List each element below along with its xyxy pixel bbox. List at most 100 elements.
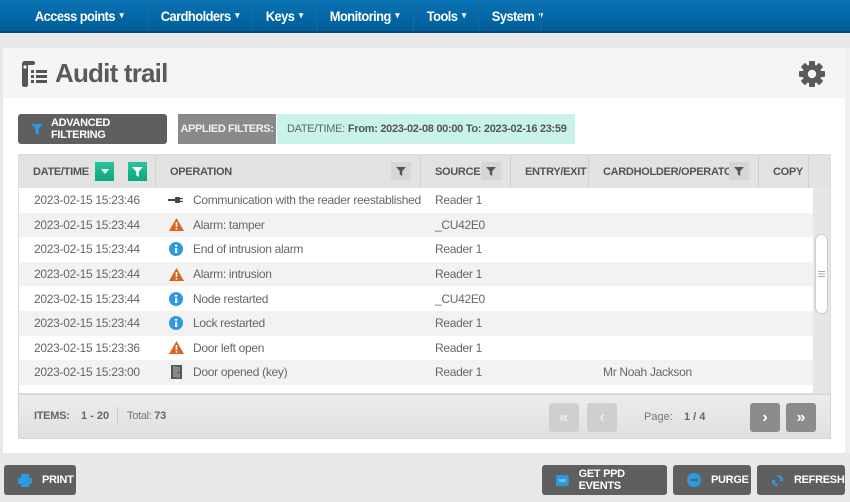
cell-source: Reader 1 xyxy=(435,193,482,208)
nav-label: System xyxy=(491,7,535,24)
column-header-datetime[interactable]: DATE/TIME xyxy=(19,155,156,188)
cell-operation: Communication with the reader reestablis… xyxy=(156,193,421,207)
column-label: OPERATION xyxy=(170,165,232,178)
operation-text: Door left open xyxy=(193,340,265,355)
first-page-button[interactable]: « xyxy=(549,403,579,432)
gear-icon[interactable] xyxy=(798,60,826,88)
print-button[interactable]: PRINT xyxy=(4,465,76,495)
chevron-left-icon: ‹ xyxy=(599,408,605,426)
chevron-down-icon: ▾ xyxy=(298,10,303,20)
printer-icon xyxy=(18,473,32,487)
warning-icon xyxy=(168,218,184,232)
sort-descending-button[interactable] xyxy=(95,162,114,181)
table-row[interactable]: 2023-02-15 15:23:46 Communication with th… xyxy=(19,188,813,213)
page-title: Audit trail xyxy=(55,58,168,88)
cell-operation: Door opened (key) xyxy=(156,365,421,380)
get-ppd-events-label: GET PPD EVENTS xyxy=(578,468,625,492)
cell-source: Reader 1 xyxy=(435,365,482,380)
filter-icon xyxy=(31,123,43,135)
cardholder-filter-button[interactable] xyxy=(729,162,749,180)
column-header-operation[interactable]: OPERATION xyxy=(156,155,421,188)
nav-divider xyxy=(540,0,541,31)
advanced-filtering-label: ADVANCED FILTERING xyxy=(50,117,111,141)
audit-trail-grid: DATE/TIME OPERATION SOURCE ENTRY/EXIT CA… xyxy=(18,154,831,394)
column-label: SOURCE xyxy=(435,165,481,178)
operation-text: Node restarted xyxy=(193,291,269,306)
table-row[interactable]: 2023-02-15 15:23:00 Door opened (key) Read… xyxy=(19,360,813,385)
cell-operation: Alarm: tamper xyxy=(156,218,421,232)
cell-source: Reader 1 xyxy=(435,316,482,331)
nav-keys[interactable]: Keys ▾ xyxy=(252,0,311,31)
grid-body: 2023-02-15 15:23:46 Communication with th… xyxy=(19,188,813,393)
chevron-right-icon: › xyxy=(762,408,768,426)
info-icon xyxy=(168,242,184,257)
column-header-cardholder[interactable]: CARDHOLDER/OPERATOR xyxy=(589,155,759,188)
audit-trail-icon xyxy=(22,61,47,87)
chevron-down-icon: ▾ xyxy=(235,10,239,20)
items-total: Total: 73 xyxy=(127,410,166,422)
cell-cardholder: Mr Noah Jackson xyxy=(603,365,692,380)
cell-datetime: 2023-02-15 15:23:44 xyxy=(34,316,140,331)
table-row[interactable]: 2023-02-15 15:23:44 Alarm: intrusion Reade… xyxy=(19,261,813,287)
operation-filter-button[interactable] xyxy=(391,162,411,180)
nav-label: Access points xyxy=(34,7,116,24)
warning-icon xyxy=(168,267,184,281)
scrollbar-thumb[interactable] xyxy=(815,234,828,314)
table-row[interactable]: 2023-02-15 15:23:44 Alarm: tamper _CU42E0 xyxy=(19,212,813,238)
nav-label: Tools xyxy=(426,7,458,24)
cell-operation: Lock restarted xyxy=(156,316,421,331)
items-range: 1 - 20 xyxy=(81,410,110,422)
operation-text: Communication with the reader reestablis… xyxy=(193,193,421,208)
double-chevron-left-icon: « xyxy=(559,408,569,426)
grid-footer: ITEMS: 1 - 20 Total: 73 « ‹ Page: 1 / 4 … xyxy=(18,394,831,439)
print-label: PRINT xyxy=(42,474,74,486)
divider xyxy=(117,407,118,425)
filter-icon xyxy=(132,166,143,177)
last-page-button[interactable]: » xyxy=(786,403,816,432)
refresh-button[interactable]: REFRESH xyxy=(757,465,845,495)
door-icon xyxy=(168,365,184,380)
cell-datetime: 2023-02-15 15:23:46 xyxy=(34,193,140,208)
table-row[interactable]: 2023-02-15 15:23:44 End of intrusion alar… xyxy=(19,237,813,262)
filter-icon xyxy=(486,166,496,176)
purge-button[interactable]: PURGE xyxy=(673,465,751,495)
chevron-down-icon: ▾ xyxy=(462,10,466,20)
filter-icon xyxy=(396,166,406,176)
applied-filters-label: APPLIED FILTERS: xyxy=(178,114,276,144)
nav-tools[interactable]: Tools ▾ xyxy=(413,0,473,31)
page-indicator: 1 / 4 xyxy=(684,411,706,423)
cell-operation: Door left open xyxy=(156,341,421,355)
column-header-source[interactable]: SOURCE xyxy=(421,155,511,188)
nav-monitoring[interactable]: Monitoring ▾ xyxy=(316,0,405,31)
operation-text: Lock restarted xyxy=(193,316,265,331)
cell-datetime: 2023-02-15 15:23:44 xyxy=(34,217,140,232)
header-scroll-spacer xyxy=(809,155,830,188)
grip-icon xyxy=(818,271,825,277)
column-header-copy[interactable]: COPY xyxy=(759,155,809,188)
datetime-filter-button[interactable] xyxy=(128,162,147,181)
previous-page-button[interactable]: ‹ xyxy=(587,403,617,432)
applied-filter-date[interactable]: DATE/TIME: From: 2023-02-08 00:00 To: 20… xyxy=(277,114,575,144)
get-ppd-events-button[interactable]: GET PPD EVENTS xyxy=(542,465,667,495)
nav-cardholders[interactable]: Cardholders ▾ xyxy=(147,0,244,31)
page-scroll-track xyxy=(845,48,850,453)
warning-icon xyxy=(168,341,184,355)
next-page-button[interactable]: › xyxy=(750,403,780,432)
audit-trail-panel: Audit trail ADVANCED FILTERING APPLIED F… xyxy=(3,48,847,453)
panel-header: Audit trail xyxy=(3,48,847,98)
source-filter-button[interactable] xyxy=(481,162,501,180)
table-row[interactable]: 2023-02-15 15:23:44 Lock restarted Reader … xyxy=(19,310,813,336)
plug-icon xyxy=(168,193,184,207)
nav-access-points[interactable]: Access points ▾ xyxy=(22,0,137,31)
cell-datetime: 2023-02-15 15:23:44 xyxy=(34,242,140,257)
table-row[interactable]: 2023-02-15 15:23:36 Door left open Reader … xyxy=(19,336,813,361)
ppd-device-icon xyxy=(556,474,569,486)
vertical-scrollbar[interactable] xyxy=(813,188,830,393)
applied-filter-value: From: 2023-02-08 00:00 To: 2023-02-16 23… xyxy=(347,123,567,135)
cell-operation: Node restarted xyxy=(156,291,421,306)
column-header-entry-exit[interactable]: ENTRY/EXIT xyxy=(511,155,589,188)
table-row[interactable]: 2023-02-15 15:23:44 Node restarted _CU42E0 xyxy=(19,286,813,311)
operation-text: End of intrusion alarm xyxy=(193,242,304,257)
cell-source: Reader 1 xyxy=(435,242,482,257)
advanced-filtering-button[interactable]: ADVANCED FILTERING xyxy=(18,114,167,144)
